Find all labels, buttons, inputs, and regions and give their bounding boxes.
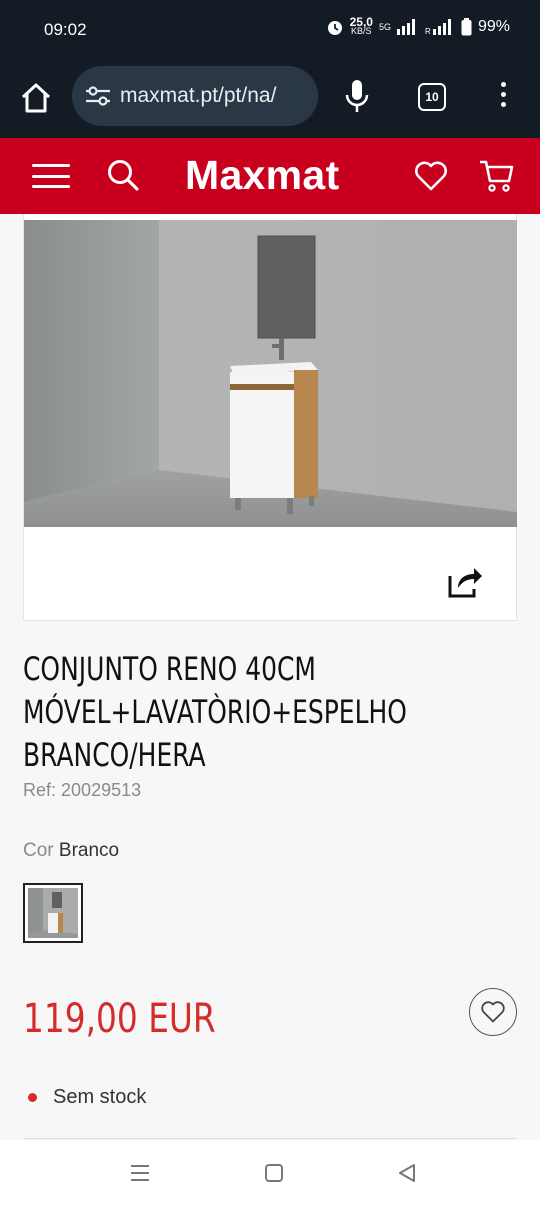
back-icon[interactable] xyxy=(396,1162,418,1184)
product-ref: Ref: 20029513 xyxy=(23,780,142,800)
swatch-thumbnail xyxy=(28,888,78,938)
status-time: 09:02 xyxy=(44,20,87,39)
heart-icon[interactable] xyxy=(414,160,448,192)
net-speed: 25,0 KB/S xyxy=(349,15,373,36)
heart-icon xyxy=(481,1001,505,1023)
battery-percent: 99% xyxy=(477,18,510,35)
color-swatch-branco[interactable] xyxy=(23,883,83,943)
site-logo[interactable]: Maxmat xyxy=(185,152,339,199)
status-indicators: 25,0 KB/S 5G R 99% xyxy=(326,15,510,36)
site-header: Maxmat xyxy=(0,138,540,214)
more-vert-icon[interactable] xyxy=(498,82,508,112)
home-nav-icon[interactable] xyxy=(265,1164,283,1182)
microphone-icon[interactable] xyxy=(343,78,371,114)
system-nav-bar xyxy=(0,1140,540,1206)
stock-dot xyxy=(28,1093,37,1102)
tab-switcher-button[interactable]: 10 xyxy=(418,83,446,111)
cart-icon[interactable] xyxy=(478,157,514,193)
alarm-icon xyxy=(327,21,342,35)
signal-icon xyxy=(396,19,415,35)
home-icon[interactable] xyxy=(18,80,54,116)
browser-toolbar: maxmat.pt/pt/na/ 10 xyxy=(0,60,540,138)
color-label: Cor xyxy=(23,840,54,861)
recent-apps-icon[interactable] xyxy=(130,1164,150,1182)
stock-label: Sem stock xyxy=(53,1086,147,1108)
hamburger-icon[interactable] xyxy=(32,164,70,188)
svg-text:R: R xyxy=(425,27,431,35)
product-gallery xyxy=(23,214,517,621)
search-icon[interactable] xyxy=(106,158,140,192)
color-value: Branco xyxy=(58,840,120,861)
product-title: CONJUNTO RENO 40CM MÓVEL+LAVATÒRIO+ESPEL… xyxy=(23,650,407,774)
color-selector-label: Cor Branco xyxy=(23,840,119,862)
stock-status: Sem stock xyxy=(28,1086,146,1109)
battery-icon xyxy=(461,18,472,36)
url-text[interactable]: maxmat.pt/pt/na/ xyxy=(120,84,276,108)
address-bar[interactable]: maxmat.pt/pt/na/ xyxy=(72,66,318,126)
share-icon[interactable] xyxy=(444,564,484,600)
add-to-wishlist-button[interactable] xyxy=(469,988,517,1036)
tune-icon[interactable] xyxy=(84,84,112,108)
network-type: 5G xyxy=(378,21,391,32)
status-bar: 09:02 25,0 KB/S 5G R 99% xyxy=(0,0,540,60)
product-price: 119,00 EUR xyxy=(23,996,216,1042)
signal-icon-2: R xyxy=(425,19,451,35)
product-image[interactable] xyxy=(24,220,517,527)
divider xyxy=(23,1138,517,1139)
